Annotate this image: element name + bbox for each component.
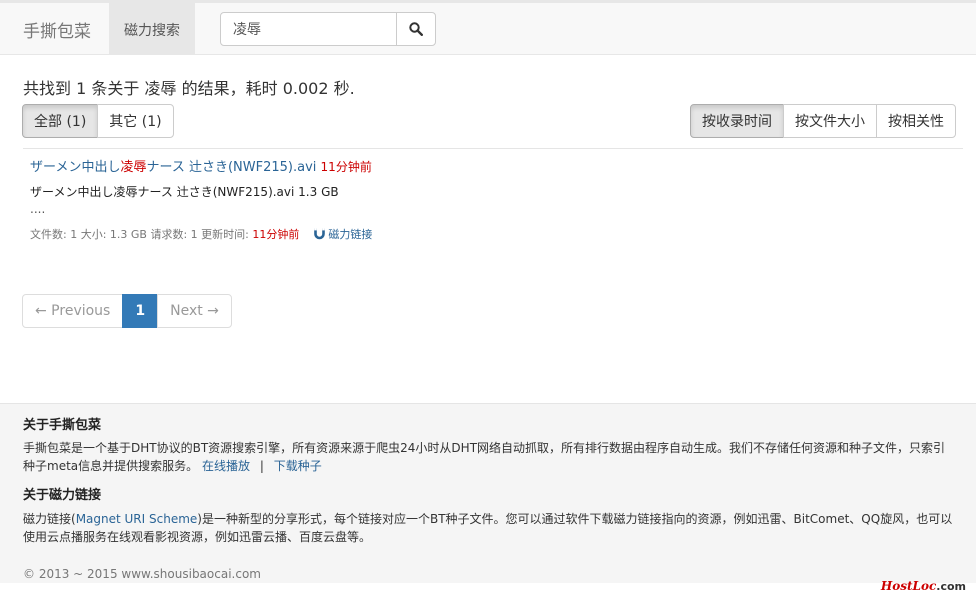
link-separator: | (259, 459, 264, 473)
pagination: ← Previous 1 Next → (22, 294, 232, 328)
result-summary: 共找到 1 条关于 凌辱 的结果，耗时 0.002 秒. (23, 75, 355, 99)
search-button[interactable] (396, 12, 436, 46)
search-form (220, 12, 436, 46)
current-page[interactable]: 1 (122, 294, 159, 328)
magnet-icon (314, 228, 326, 240)
copyright: © 2013 ~ 2015 www.shousibaocai.com (23, 567, 261, 581)
divider (23, 148, 963, 149)
magnet-link[interactable]: 磁力链接 (314, 226, 372, 242)
sort-filter: 按收录时间 按文件大小 按相关性 (690, 104, 956, 138)
result-more-dots: .... (30, 202, 46, 216)
watermark-suffix: .com (936, 580, 966, 593)
watermark: HostLoc.com (881, 579, 966, 593)
summary-prefix: 共找到 (23, 79, 72, 98)
site-brand[interactable]: 手撕包菜 (23, 17, 91, 42)
previous-page-button[interactable]: ← Previous (22, 294, 124, 328)
summary-suffix: 的结果，耗时 (181, 79, 278, 98)
result-meta-age: 11分钟前 (252, 228, 300, 241)
online-play-link[interactable]: 在线播放 (202, 459, 250, 473)
nav-item-magnet-search[interactable]: 磁力搜索 (109, 3, 195, 54)
result-meta-text: 文件数: 1 大小: 1.3 GB 请求数: 1 更新时间: (30, 228, 249, 241)
filter-other-button[interactable]: 其它 (1) (97, 104, 174, 138)
sort-by-size-button[interactable]: 按文件大小 (783, 104, 877, 138)
magnet-text: 磁力链接(Magnet URI Scheme)是一种新型的分享形式，每个链接对应… (23, 510, 953, 546)
nav-item-label: 磁力搜索 (124, 23, 180, 39)
magnet-link-label: 磁力链接 (328, 228, 373, 241)
about-text: 手撕包菜是一个基于DHT协议的BT资源搜索引擎，所有资源来源于爬虫24小时从DH… (23, 439, 953, 475)
watermark-brand: HostLoc (880, 579, 937, 593)
navbar: 手撕包菜 磁力搜索 (0, 0, 976, 55)
title-part: ナース 辻さき(NWF215).avi (146, 160, 317, 175)
sort-by-relevance-button[interactable]: 按相关性 (876, 104, 956, 138)
magnet-heading: 关于磁力链接 (23, 488, 102, 503)
next-page-button[interactable]: Next → (157, 294, 232, 328)
magnet-text-part: 磁力链接( (23, 512, 76, 526)
result-meta: 文件数: 1 大小: 1.3 GB 请求数: 1 更新时间: 11分钟前 磁力链… (30, 226, 950, 242)
magnet-scheme-link[interactable]: Magnet URI Scheme (76, 512, 198, 526)
result-title: ザーメン中出し凌辱ナース 辻さき(NWF215).avi 11分钟前 (30, 156, 950, 179)
about-body: 手撕包菜是一个基于DHT协议的BT资源搜索引擎，所有资源来源于爬虫24小时从DH… (23, 441, 946, 473)
title-part: ザーメン中出し (30, 160, 121, 175)
bottom-strip (0, 583, 976, 601)
result-title-link[interactable]: ザーメン中出し凌辱ナース 辻さき(NWF215).avi (30, 160, 316, 175)
filter-all-button[interactable]: 全部 (1) (22, 104, 99, 138)
result-item: ザーメン中出し凌辱ナース 辻さき(NWF215).avi 11分钟前 ザーメン中… (30, 156, 950, 242)
footer: 关于手撕包菜 手撕包菜是一个基于DHT协议的BT资源搜索引擎，所有资源来源于爬虫… (0, 403, 976, 583)
sort-by-time-button[interactable]: 按收录时间 (690, 104, 784, 138)
summary-time: 0.002 (282, 79, 329, 98)
title-highlight: 凌辱 (120, 160, 147, 175)
summary-keyword: 凌辱 (144, 79, 177, 98)
summary-unit: 秒. (333, 79, 355, 98)
search-icon (409, 22, 423, 36)
result-age: 11分钟前 (320, 160, 372, 174)
result-file-line: ザーメン中出し凌辱ナース 辻さき(NWF215).avi 1.3 GB (30, 185, 339, 199)
search-input[interactable] (220, 12, 397, 46)
summary-count: 1 (76, 79, 87, 98)
category-filter: 全部 (1) 其它 (1) (22, 104, 174, 138)
about-heading: 关于手撕包菜 (23, 418, 102, 433)
download-seed-link[interactable]: 下载种子 (274, 459, 322, 473)
summary-middle: 条关于 (91, 79, 140, 98)
